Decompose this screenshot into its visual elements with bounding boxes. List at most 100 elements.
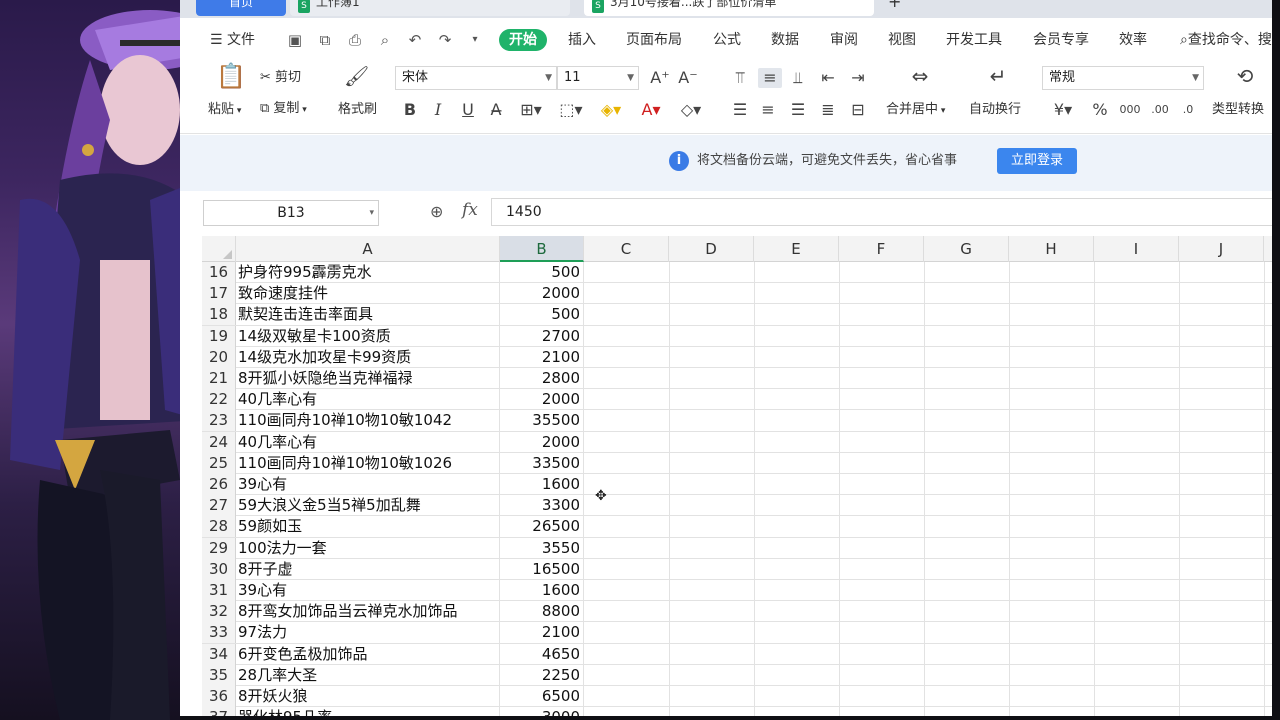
cell-b[interactable]: 16500 xyxy=(500,558,584,580)
cell-a[interactable]: 致命速度挂件 xyxy=(236,283,500,305)
row-header[interactable]: 35 xyxy=(202,664,236,686)
row-header[interactable]: 22 xyxy=(202,389,236,411)
clear-format-icon[interactable]: ◇▾ xyxy=(676,100,706,120)
fill-pattern-icon[interactable]: ⬚▾ xyxy=(556,100,586,120)
cell-b[interactable]: 500 xyxy=(500,304,584,326)
column-header-a[interactable]: A xyxy=(236,236,500,262)
format-painter-icon[interactable]: 🖌 xyxy=(344,66,369,86)
row-header[interactable]: 33 xyxy=(202,622,236,644)
cell-b[interactable]: 2100 xyxy=(500,622,584,644)
row-header[interactable]: 29 xyxy=(202,537,236,559)
wrap-text-button[interactable]: 自动换行 xyxy=(969,101,1021,119)
menu-page-layout[interactable]: 页面布局 xyxy=(626,29,682,51)
cell-a[interactable]: 护身符995霹雳克水 xyxy=(236,262,500,283)
column-header-e[interactable]: E xyxy=(754,236,839,262)
cut-button[interactable]: ✂ 剪切 xyxy=(260,69,301,87)
decrease-indent-icon[interactable]: ⇤ xyxy=(818,68,838,88)
thousands-separator-icon[interactable]: 000 xyxy=(1118,100,1142,120)
cell-b[interactable]: 3550 xyxy=(500,537,584,559)
export-icon[interactable]: ⧉ xyxy=(316,31,334,49)
cell-b[interactable]: 2700 xyxy=(500,325,584,347)
cell-a[interactable]: 8开子虚 xyxy=(236,558,500,580)
tab-active-document[interactable]: S 3月10号接着...跌了部位价清单 xyxy=(584,0,874,16)
print-icon[interactable]: ⎙ xyxy=(346,31,364,49)
name-box[interactable]: B13 ▾ xyxy=(203,200,379,226)
undo-icon[interactable]: ↶ xyxy=(406,31,424,49)
cell-b[interactable]: 26500 xyxy=(500,516,584,538)
justify-icon[interactable]: ≣ xyxy=(818,100,838,120)
row-header[interactable]: 28 xyxy=(202,516,236,538)
row-header[interactable]: 21 xyxy=(202,368,236,389)
zoom-icon[interactable]: ⊕ xyxy=(430,202,443,221)
strikethrough-icon[interactable]: A̶ xyxy=(486,100,506,120)
paste-icon[interactable]: 📋 xyxy=(216,64,246,88)
cell-b[interactable]: 2250 xyxy=(500,664,584,686)
column-header-i[interactable]: I xyxy=(1094,236,1179,262)
menu-insert[interactable]: 插入 xyxy=(568,29,596,51)
column-header-f[interactable]: F xyxy=(839,236,924,262)
cell-b[interactable]: 500 xyxy=(500,262,584,283)
align-middle-icon[interactable]: ≡ xyxy=(758,68,782,88)
login-now-button[interactable]: 立即登录 xyxy=(997,148,1077,174)
column-header-d[interactable]: D xyxy=(669,236,754,262)
row-header[interactable]: 17 xyxy=(202,283,236,305)
wrap-text-icon[interactable]: ↵ xyxy=(983,66,1013,86)
cell-a[interactable]: 28几率大圣 xyxy=(236,664,500,686)
formula-input[interactable]: 1450 xyxy=(491,198,1272,226)
cell-a[interactable]: 59颜如玉 xyxy=(236,516,500,538)
cell-b[interactable]: 2000 xyxy=(500,283,584,305)
type-convert-icon[interactable]: ⟲ xyxy=(1230,66,1260,86)
cell-a[interactable]: 40几率心有 xyxy=(236,431,500,453)
cell-b[interactable]: 3000 xyxy=(500,707,584,716)
cell-b[interactable]: 33500 xyxy=(500,452,584,474)
currency-icon[interactable]: ¥▾ xyxy=(1048,100,1078,120)
cell-b[interactable]: 2100 xyxy=(500,346,584,368)
number-format-select[interactable]: 常规 ▼ xyxy=(1042,66,1204,90)
cell-a[interactable]: 110画同舟10禅10物10敏1026 xyxy=(236,452,500,474)
column-header-c[interactable]: C xyxy=(584,236,669,262)
cell-b[interactable]: 4650 xyxy=(500,643,584,665)
row-header[interactable]: 31 xyxy=(202,580,236,601)
align-center-icon[interactable]: ≡ xyxy=(758,100,778,120)
row-header[interactable]: 20 xyxy=(202,346,236,368)
cell-b[interactable]: 35500 xyxy=(500,410,584,432)
row-header[interactable]: 30 xyxy=(202,558,236,580)
underline-icon[interactable]: U xyxy=(458,100,478,120)
fill-color-icon[interactable]: ◈▾ xyxy=(596,100,626,120)
row-header[interactable]: 19 xyxy=(202,325,236,347)
redo-icon[interactable]: ↷ xyxy=(436,31,454,49)
row-header[interactable]: 18 xyxy=(202,304,236,326)
align-right-icon[interactable]: ☰ xyxy=(788,100,808,120)
increase-font-icon[interactable]: A⁺ xyxy=(650,68,670,88)
cell-b[interactable]: 6500 xyxy=(500,686,584,707)
font-name-select[interactable]: 宋体 ▼ xyxy=(395,66,557,90)
decrease-font-icon[interactable]: A⁻ xyxy=(678,68,698,88)
cell-b[interactable]: 8800 xyxy=(500,601,584,623)
increase-indent-icon[interactable]: ⇥ xyxy=(848,68,868,88)
column-header-g[interactable]: G xyxy=(924,236,1009,262)
merge-cells-icon[interactable]: ⇔ xyxy=(905,66,935,86)
save-icon[interactable]: ▣ xyxy=(286,31,304,49)
cell-a[interactable]: 14级双敏星卡100资质 xyxy=(236,325,500,347)
menu-developer-tools[interactable]: 开发工具 xyxy=(946,29,1002,51)
align-top-icon[interactable]: ⫪ xyxy=(730,68,750,88)
row-header[interactable]: 37 xyxy=(202,707,236,716)
menu-efficiency[interactable]: 效率 xyxy=(1119,29,1147,51)
cell-a[interactable]: 100法力一套 xyxy=(236,537,500,559)
row-header[interactable]: 32 xyxy=(202,601,236,623)
align-left-icon[interactable]: ☰ xyxy=(730,100,750,120)
cell-a[interactable]: 40几率心有 xyxy=(236,389,500,411)
italic-icon[interactable]: I xyxy=(428,100,448,120)
menu-member[interactable]: 会员专享 xyxy=(1033,29,1089,51)
cell-b[interactable]: 2800 xyxy=(500,368,584,389)
row-header[interactable]: 25 xyxy=(202,452,236,474)
quick-access-more-icon[interactable]: ▾ xyxy=(466,31,484,49)
tab-home[interactable]: 首页 xyxy=(196,0,286,16)
row-header[interactable]: 34 xyxy=(202,643,236,665)
cell-b[interactable]: 2000 xyxy=(500,389,584,411)
cell-a[interactable]: 默契连击连击率面具 xyxy=(236,304,500,326)
percent-icon[interactable]: % xyxy=(1090,100,1110,120)
select-all-corner[interactable] xyxy=(202,236,236,262)
font-size-select[interactable]: 11 ▼ xyxy=(557,66,639,90)
row-header[interactable]: 24 xyxy=(202,431,236,453)
